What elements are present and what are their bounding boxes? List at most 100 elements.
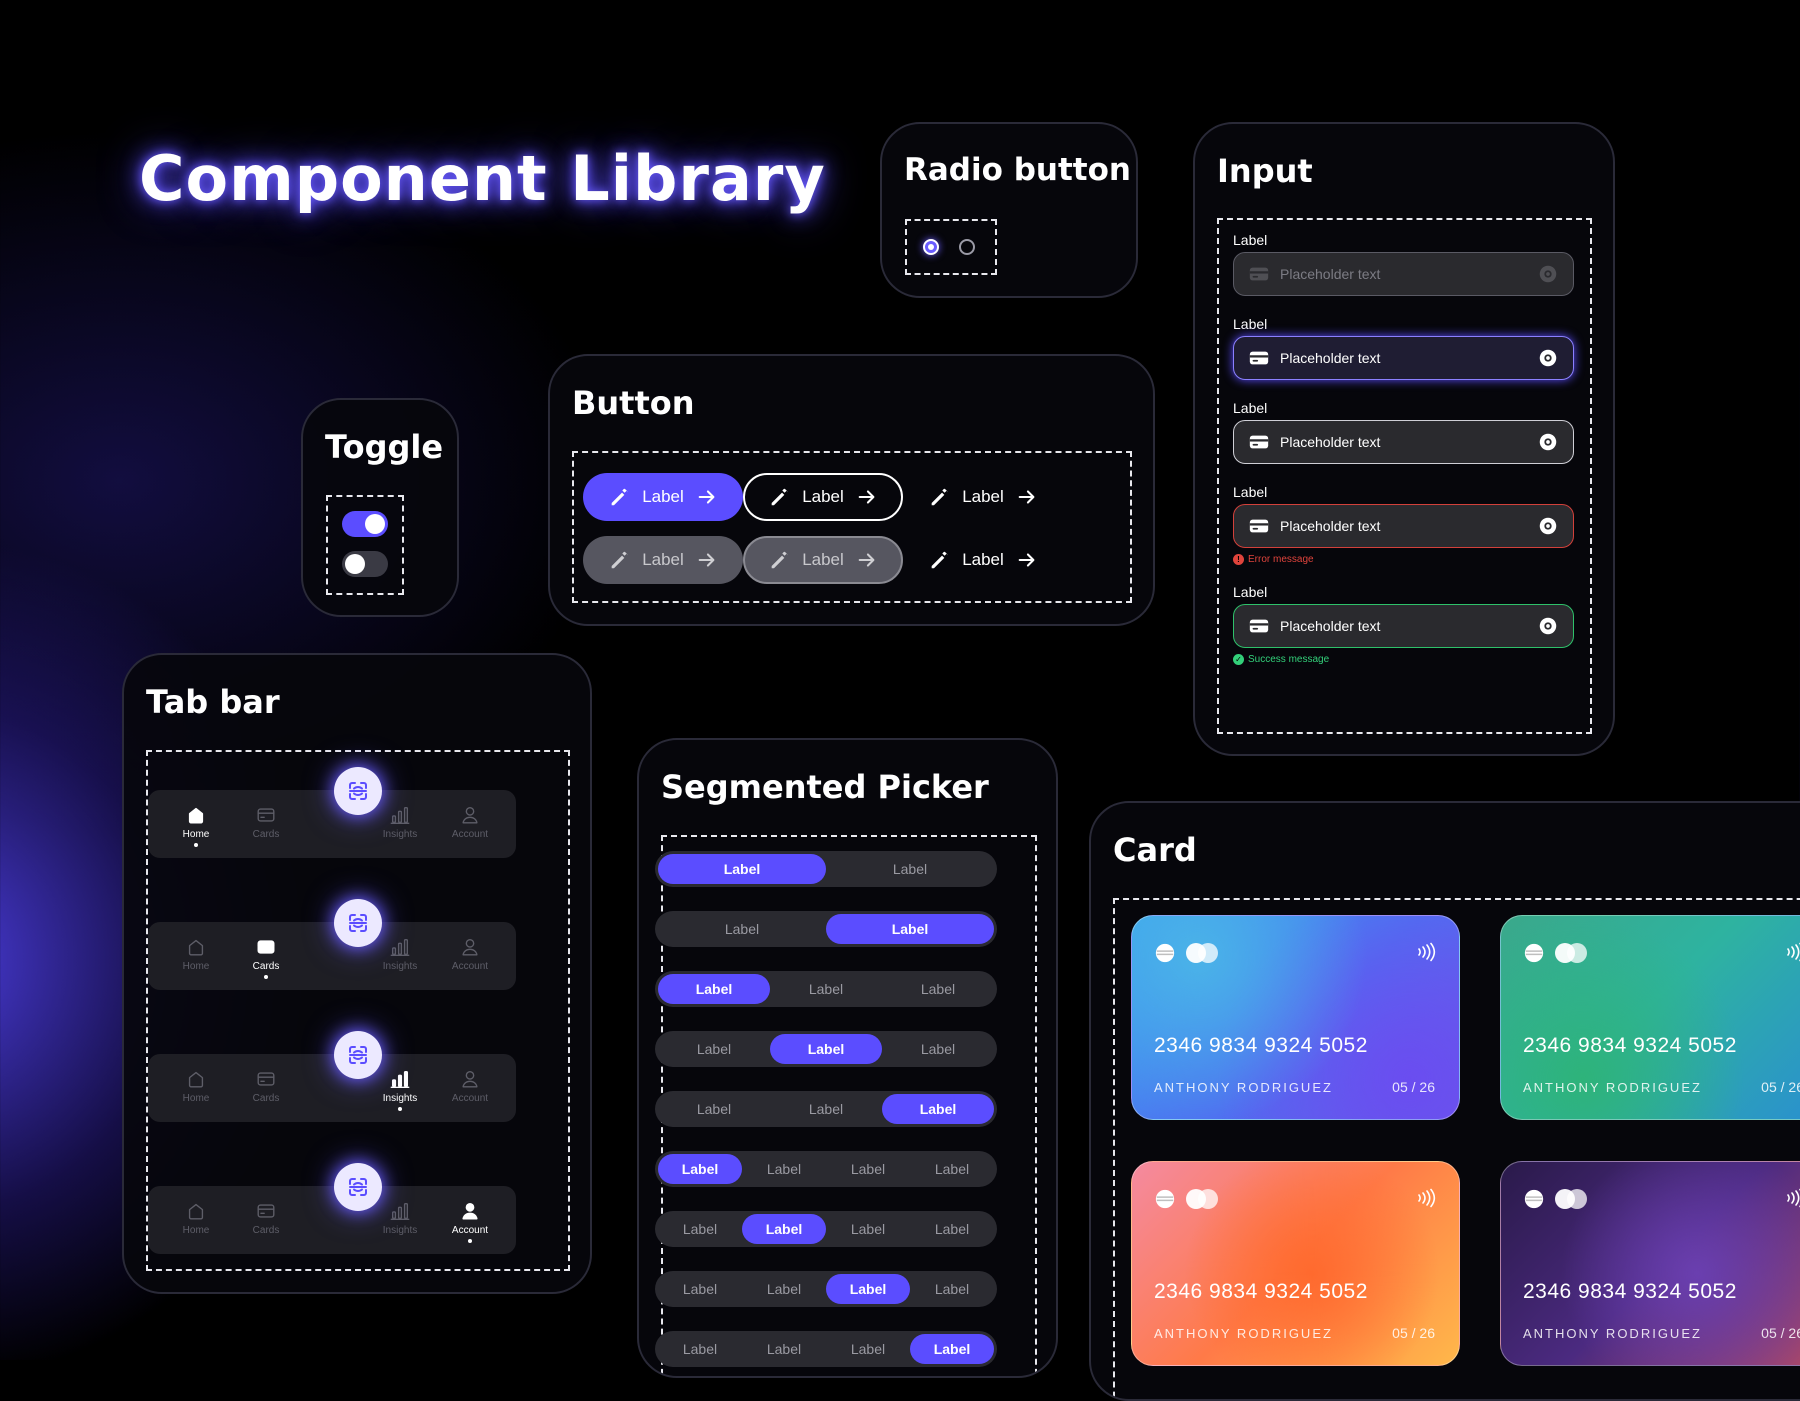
segment-option[interactable]: Label [882,974,994,1004]
segment-option[interactable]: Label [770,1034,882,1064]
segment-option[interactable]: Label [826,1274,910,1304]
segment-option[interactable]: Label [658,974,770,1004]
tab-account[interactable]: Account [435,1054,505,1122]
segmented-control: Label Label Label Label [655,1151,997,1187]
tab-bar-title: Tab bar [146,683,280,721]
arrow-right-icon [698,490,715,504]
button-label: Label [802,550,844,569]
mastercard-icon [1186,943,1218,963]
card-panel: Card 2346 9834 9324 5052 ANTHONY RODRIGU… [1089,801,1800,1401]
ghost-button[interactable]: Label [903,473,1063,521]
card-expiry: 05 / 26 [1392,1325,1435,1341]
segment-option[interactable]: Label [910,1274,994,1304]
page-title: Component Library [139,142,826,215]
credit-card[interactable]: 2346 9834 9324 5052 ANTHONY RODRIGUEZ 05… [1500,915,1800,1120]
segment-option[interactable]: Label [658,1094,770,1124]
scan-button[interactable] [334,767,382,815]
tab-account[interactable]: Account [435,790,505,858]
tab-home[interactable]: Home [161,1186,231,1254]
tab-account[interactable]: Account [435,1186,505,1254]
home-icon [188,939,204,956]
card-holder: ANTHONY RODRIGUEZ [1523,1326,1702,1341]
scan-button[interactable] [334,899,382,947]
tab-home[interactable]: Home [161,790,231,858]
card-icon [1249,619,1269,633]
tab-cards[interactable]: Cards [231,1186,301,1254]
radio-selected[interactable] [923,239,939,255]
input-field-success[interactable]: Placeholder text [1233,604,1574,648]
card-title: Card [1113,831,1197,869]
credit-card[interactable]: 2346 9834 9324 5052 ANTHONY RODRIGUEZ 05… [1500,1161,1800,1366]
segment-option[interactable]: Label [882,1094,994,1124]
input-field-filled[interactable]: Placeholder text [1233,420,1574,464]
radio-unselected[interactable] [959,239,975,255]
primary-button[interactable]: Label [583,473,743,521]
card-brand [1154,942,1218,964]
input-field-error[interactable]: Placeholder text [1233,504,1574,548]
input-placeholder: Placeholder text [1280,618,1381,634]
segment-option[interactable]: Label [742,1214,826,1244]
error-icon: ! [1233,554,1244,565]
segmented-control: Label Label Label Label [655,1211,997,1247]
error-message: ! Error message [1233,554,1314,565]
segment-option[interactable]: Label [658,1154,742,1184]
segment-option[interactable]: Label [910,1214,994,1244]
segment-option[interactable]: Label [658,1274,742,1304]
tab-label: Account [451,1093,489,1104]
tab-cards[interactable]: Cards [231,922,301,990]
segment-option[interactable]: Label [742,1154,826,1184]
tab-account[interactable]: Account [435,922,505,990]
segment-option[interactable]: Label [826,914,994,944]
bank-logo-icon [1524,1189,1544,1209]
segment-option[interactable]: Label [658,914,826,944]
segment-option[interactable]: Label [826,854,994,884]
segment-option[interactable]: Label [826,1214,910,1244]
segment-option[interactable]: Label [658,1214,742,1244]
segment-option[interactable]: Label [882,1034,994,1064]
segment-option[interactable]: Label [826,1154,910,1184]
input-placeholder: Placeholder text [1280,434,1381,450]
toggle-on[interactable] [342,511,388,537]
arrow-right-icon [698,553,715,567]
credit-card[interactable]: 2346 9834 9324 5052 ANTHONY RODRIGUEZ 05… [1131,915,1460,1120]
ghost-disabled-button[interactable]: Label [903,536,1063,584]
tab-label: Account [451,829,489,840]
card-icon [1249,351,1269,365]
tab-label: Cards [252,1225,280,1236]
arrow-right-icon [1018,490,1035,504]
segment-option[interactable]: Label [658,854,826,884]
segment-option[interactable]: Label [770,974,882,1004]
button-label: Label [962,550,1004,569]
segment-option[interactable]: Label [910,1154,994,1184]
outline-button[interactable]: Label [743,473,903,521]
bank-logo-icon [1155,943,1175,963]
toggle-off[interactable] [342,551,388,577]
input-field-default[interactable]: Placeholder text [1233,252,1574,296]
input-label: Label [1233,484,1268,500]
segment-option[interactable]: Label [658,1034,770,1064]
account-icon [462,1202,478,1220]
scan-button[interactable] [334,1031,382,1079]
tab-bar: Home Cards Insights Account [148,922,516,990]
tab-cards[interactable]: Cards [231,790,301,858]
segment-option[interactable]: Label [770,1094,882,1124]
scan-button[interactable] [334,1163,382,1211]
tab-home[interactable]: Home [161,922,231,990]
input-title: Input [1217,152,1313,190]
segmented-control: Label Label Label Label [655,1271,997,1307]
tab-home[interactable]: Home [161,1054,231,1122]
tab-label: Home [182,1225,210,1236]
eye-icon [1539,265,1557,283]
card-expiry: 05 / 26 [1761,1079,1800,1095]
arrow-right-icon [858,490,875,504]
input-field-focus[interactable]: Placeholder text [1233,336,1574,380]
cards-icon [257,940,275,954]
success-message-text: Success message [1248,654,1330,665]
primary-disabled-button[interactable]: Label [583,536,743,584]
tab-bar: Home Cards Insights Account [148,1186,516,1254]
tab-cards[interactable]: Cards [231,1054,301,1122]
radio-button-title: Radio button [904,152,1131,188]
segment-option[interactable]: Label [742,1274,826,1304]
outline-disabled-button[interactable]: Label [743,536,903,584]
credit-card[interactable]: 2346 9834 9324 5052 ANTHONY RODRIGUEZ 05… [1131,1161,1460,1366]
